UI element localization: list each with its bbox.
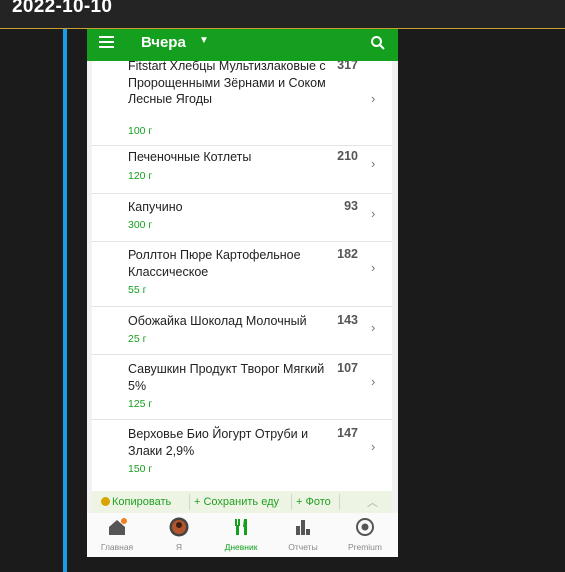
food-list: Fitstart Хлебцы Мультизлаковые с Пророще… bbox=[92, 61, 392, 519]
nav-me[interactable]: Я bbox=[149, 513, 209, 557]
nav-reports[interactable]: Отчеты bbox=[273, 513, 333, 557]
list-item[interactable]: Обожайка Шоколад Молочный 25 г 143 › bbox=[92, 307, 392, 355]
bar-chart-icon bbox=[296, 520, 310, 535]
save-meal-button[interactable]: + Сохранить еду bbox=[194, 496, 279, 508]
nav-diary[interactable]: Дневник bbox=[211, 513, 271, 557]
chevron-right-icon: › bbox=[371, 260, 376, 275]
meal-actions-bar: Копировать + Сохранить еду + Фото ︿ bbox=[92, 491, 392, 513]
nav-reports-label: Отчеты bbox=[288, 542, 318, 552]
coin-icon bbox=[101, 497, 110, 506]
list-item[interactable]: Fitstart Хлебцы Мультизлаковые с Пророще… bbox=[92, 61, 392, 146]
nav-me-label: Я bbox=[175, 542, 183, 552]
food-name: Fitstart Хлебцы Мультизлаковые с Пророще… bbox=[128, 61, 326, 106]
chevron-right-icon: › bbox=[371, 156, 376, 171]
food-weight: 25 г bbox=[128, 333, 147, 345]
food-weight: 150 г bbox=[128, 463, 153, 475]
food-calories: 182 bbox=[337, 247, 358, 261]
food-calories: 317 bbox=[337, 61, 358, 72]
list-item[interactable]: Савушкин Продукт Творог Мягкий 5% 125 г … bbox=[92, 355, 392, 420]
chevron-right-icon: › bbox=[371, 374, 376, 389]
food-calories: 107 bbox=[337, 361, 358, 375]
phone-screen: Вчера ▼ Fitstart Хлебцы Мультизлаковые с… bbox=[87, 29, 398, 557]
avatar bbox=[169, 517, 189, 537]
food-weight: 55 г bbox=[128, 284, 147, 296]
app-bar: Вчера ▼ bbox=[87, 29, 398, 61]
food-name: Обожайка Шоколад Молочный bbox=[128, 314, 307, 328]
fork-knife-icon bbox=[235, 519, 247, 535]
food-calories: 143 bbox=[337, 313, 358, 327]
divider bbox=[291, 494, 292, 510]
side-accent-line bbox=[63, 29, 67, 572]
list-item[interactable]: Капучино 300 г 93 › bbox=[92, 194, 392, 242]
food-weight: 300 г bbox=[128, 219, 153, 231]
nav-diary-label: Дневник bbox=[224, 542, 258, 552]
food-calories: 93 bbox=[344, 199, 358, 213]
copy-button[interactable]: Копировать bbox=[101, 496, 171, 508]
divider bbox=[189, 494, 190, 510]
food-calories: 210 bbox=[337, 149, 358, 163]
divider bbox=[339, 494, 340, 510]
food-name: Печеночные Котлеты bbox=[128, 150, 252, 164]
chevron-up-icon[interactable]: ︿ bbox=[367, 494, 378, 510]
food-name: Верховье Био Йогурт Отруби и Злаки 2,9% bbox=[128, 427, 309, 458]
menu-icon[interactable] bbox=[99, 36, 114, 48]
food-name: Савушкин Продукт Творог Мягкий 5% bbox=[128, 362, 325, 393]
list-item[interactable]: Верховье Био Йогурт Отруби и Злаки 2,9% … bbox=[92, 420, 392, 484]
home-icon bbox=[109, 518, 127, 535]
food-weight: 125 г bbox=[128, 398, 153, 410]
premium-icon bbox=[356, 518, 374, 536]
add-photo-button[interactable]: + Фото bbox=[296, 496, 331, 508]
top-bar: 2022-10-10 bbox=[0, 0, 565, 29]
day-selector[interactable]: Вчера bbox=[141, 34, 186, 51]
food-name: Капучино bbox=[128, 200, 183, 214]
list-item[interactable]: Печеночные Котлеты 120 г 210 › bbox=[92, 146, 392, 194]
bottom-navigation: Главная Я Дневник Отчеты Premium bbox=[87, 513, 398, 557]
nav-home-label: Главная bbox=[100, 542, 134, 552]
nav-premium-label: Premium bbox=[347, 542, 382, 552]
food-name: Роллтон Пюре Картофельное Классическое bbox=[128, 248, 301, 279]
list-item[interactable]: Роллтон Пюре Картофельное Классическое 5… bbox=[92, 242, 392, 307]
food-weight: 100 г bbox=[128, 125, 153, 137]
food-calories: 147 bbox=[337, 426, 358, 440]
copy-label: Копировать bbox=[112, 496, 172, 508]
caret-down-icon[interactable]: ▼ bbox=[199, 35, 209, 46]
chevron-right-icon: › bbox=[371, 320, 376, 335]
nav-home[interactable]: Главная bbox=[87, 513, 147, 557]
nav-premium[interactable]: Premium bbox=[335, 513, 395, 557]
food-weight: 120 г bbox=[128, 170, 153, 182]
chevron-right-icon: › bbox=[371, 206, 376, 221]
search-icon[interactable] bbox=[370, 35, 386, 51]
chevron-right-icon: › bbox=[371, 91, 376, 106]
chevron-right-icon: › bbox=[371, 439, 376, 454]
date-label: 2022-10-10 bbox=[12, 0, 113, 17]
